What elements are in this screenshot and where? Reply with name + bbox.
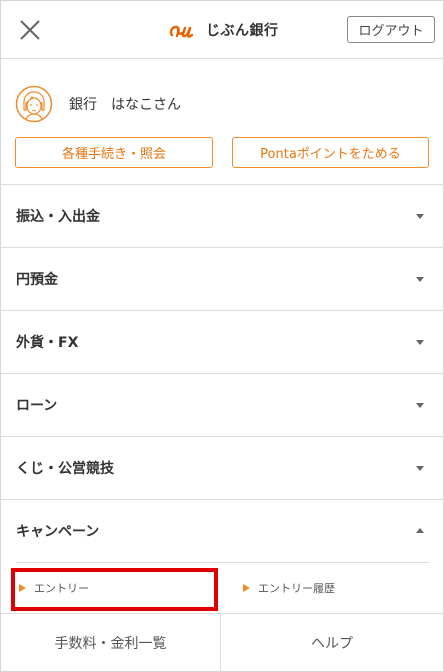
chevron-down-icon (415, 274, 425, 284)
menu-item-label: 振込・入出金 (16, 209, 100, 225)
highlight-box (11, 568, 218, 611)
triangle-right-icon (243, 584, 250, 592)
submenu-item-entry-history[interactable]: エントリー履歴 (243, 563, 335, 613)
close-button[interactable] (15, 15, 45, 45)
user-info: 銀行 はなこさん (15, 85, 181, 123)
chevron-down-icon (415, 463, 425, 473)
au-logo-icon (169, 25, 194, 38)
menu-item-campaign[interactable]: キャンペーン (1, 500, 443, 562)
logout-button[interactable]: ログアウト (347, 16, 435, 43)
menu-item-label: 外貨・FX (16, 335, 79, 351)
menu-item-transfer[interactable]: 振込・入出金 (1, 185, 443, 248)
procedures-button[interactable]: 各種手続き・照会 (15, 137, 213, 168)
logo: じぶん銀行 (169, 15, 279, 45)
close-icon (20, 20, 40, 40)
chevron-down-icon (415, 337, 425, 347)
menu-item-label: くじ・公営競技 (16, 461, 114, 477)
help-link[interactable]: ヘルプ (221, 614, 443, 672)
chevron-down-icon (415, 400, 425, 410)
user-name: 銀行 はなこさん (69, 97, 181, 113)
menu-item-loan[interactable]: ローン (1, 374, 443, 437)
header: じぶん銀行 ログアウト (1, 1, 443, 59)
logo-text: じぶん銀行 (206, 23, 279, 39)
bottom-bar: 手数料・金利一覧 ヘルプ (1, 613, 443, 672)
ponta-button[interactable]: Pontaポイントをためる (232, 137, 429, 168)
menu-item-foreign-fx[interactable]: 外貨・FX (1, 311, 443, 374)
menu-item-label: キャンペーン (16, 524, 100, 540)
fees-rates-link[interactable]: 手数料・金利一覧 (1, 614, 221, 672)
submenu-item-label: エントリー履歴 (258, 582, 335, 595)
menu-item-label: 円預金 (16, 272, 58, 288)
avatar-icon (15, 85, 53, 123)
menu-item-lottery[interactable]: くじ・公営競技 (1, 437, 443, 500)
chevron-down-icon (415, 211, 425, 221)
menu-item-yen-deposit[interactable]: 円預金 (1, 248, 443, 311)
menu-item-label: ローン (16, 398, 58, 414)
chevron-up-icon (415, 526, 425, 536)
menu-panel: じぶん銀行 ログアウト 銀行 はなこさん 各種手続き・照会 Pontaポイントを… (0, 0, 444, 672)
main-menu: 振込・入出金 円預金 外貨・FX ローン くじ・公営競技 キャンペーン (1, 184, 443, 562)
